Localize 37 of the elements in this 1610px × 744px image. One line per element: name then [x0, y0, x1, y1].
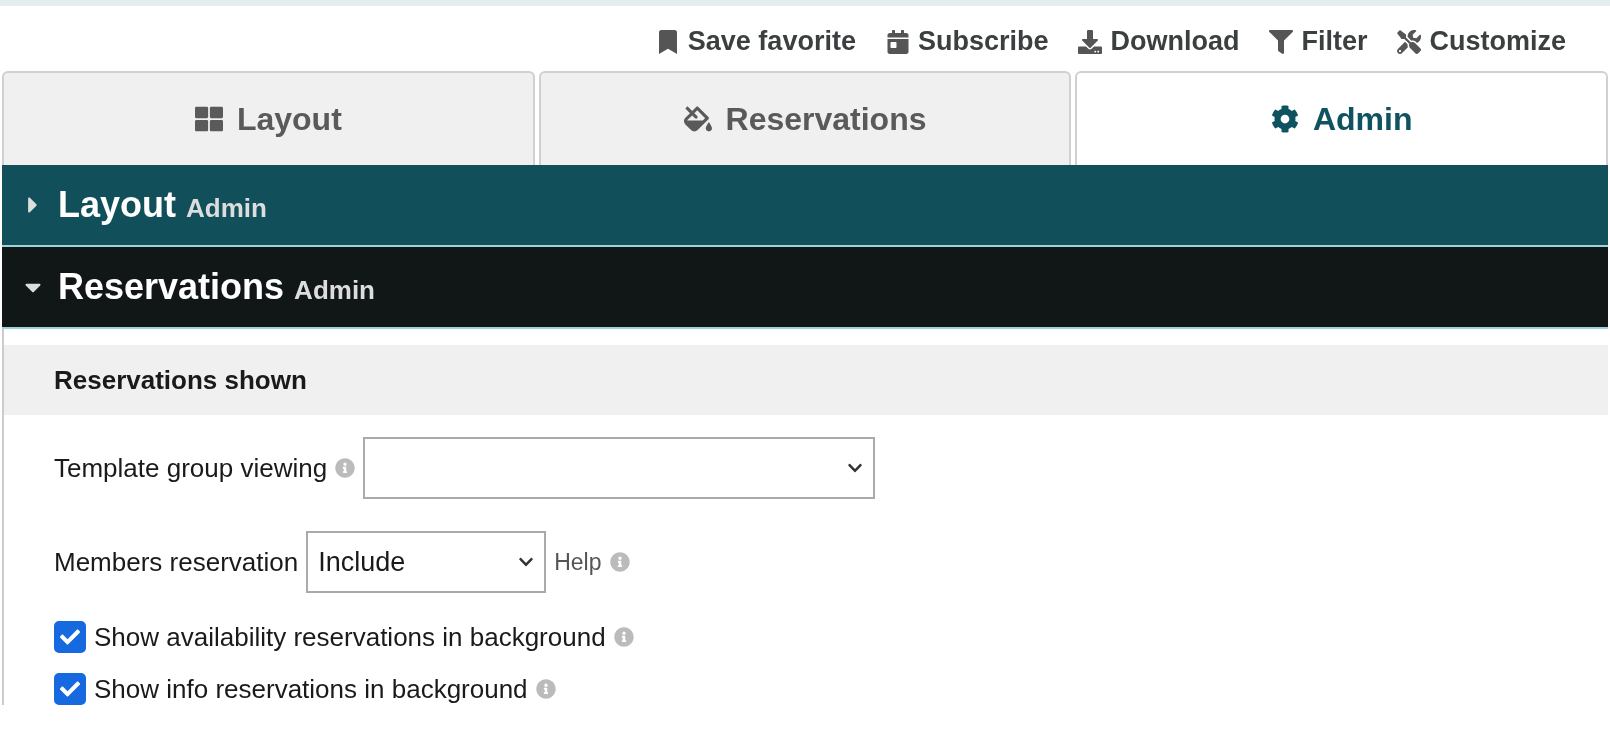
tab[interactable]: Layout [2, 71, 535, 165]
info-icon [613, 627, 634, 647]
panel-header[interactable]: Layout Admin [2, 165, 1608, 247]
toolbar-button[interactable]: Download [1078, 26, 1240, 57]
help-link[interactable]: Help [554, 548, 602, 576]
panel-title: Reservations [58, 266, 285, 308]
field-label: Template group viewing [54, 452, 328, 484]
grid-icon [194, 105, 223, 133]
info-icon [535, 679, 556, 699]
panel-title: Layout [58, 184, 176, 226]
filter-icon [1269, 29, 1294, 54]
field-label: Members reservation [54, 546, 299, 578]
settings-icon [1270, 105, 1299, 133]
calendar-icon [885, 29, 910, 54]
checkbox[interactable] [54, 621, 86, 653]
check-icon [60, 627, 80, 647]
section-header: Reservations shown [4, 345, 1608, 415]
paint-bucket-icon [683, 105, 712, 133]
info-icon [609, 552, 630, 572]
checkbox-label: Show info reservations in background [94, 673, 528, 705]
toolbar-button[interactable]: Filter [1269, 26, 1368, 57]
tab[interactable]: Admin [1075, 71, 1608, 165]
select-field[interactable] [363, 437, 876, 499]
toolbar-button[interactable]: Subscribe [885, 26, 1049, 57]
download-icon [1078, 29, 1103, 54]
toolbar-button[interactable]: Customize [1397, 26, 1566, 57]
info-icon [335, 458, 356, 478]
checkbox[interactable] [54, 673, 86, 705]
check-icon [60, 679, 80, 699]
tools-icon [1397, 29, 1422, 54]
select-field[interactable]: Include [306, 531, 547, 593]
panel-header[interactable]: Reservations Admin [2, 247, 1608, 329]
tab[interactable]: Reservations [538, 71, 1072, 165]
panel-subtitle: Admin [294, 273, 375, 306]
checkbox-label: Show availability reservations in background [94, 621, 606, 653]
panel-subtitle: Admin [186, 191, 267, 224]
toolbar-button[interactable]: Save favorite [655, 26, 856, 57]
